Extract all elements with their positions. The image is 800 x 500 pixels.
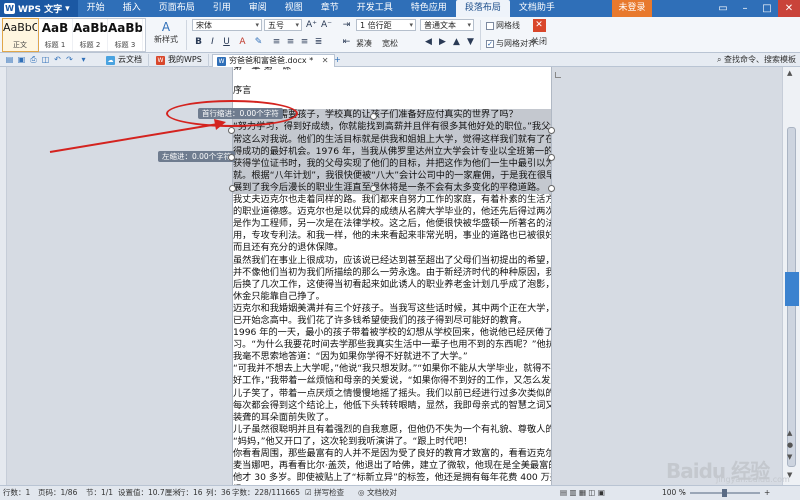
zoom-out-icon[interactable]: –	[682, 486, 686, 500]
status-bar: 行数：1 页码：1/86 节：1/1 设置值：10.7厘米 行：16 列：36 …	[0, 485, 800, 500]
resize-handle[interactable]	[548, 185, 555, 192]
resize-handle[interactable]	[370, 113, 377, 120]
resize-handle[interactable]	[370, 185, 377, 192]
zoom-in-icon[interactable]: +	[764, 486, 770, 500]
resize-handle[interactable]	[228, 154, 235, 161]
status-col: 列：36	[206, 488, 231, 497]
doc-check-label: 文档校对	[366, 488, 397, 497]
spell-check-label: 拼写检查	[314, 488, 345, 497]
status-position: 设置值：10.7厘米	[118, 488, 180, 497]
status-word-count[interactable]: 字数：228/111665	[232, 486, 300, 500]
status-page: 页码：1/86	[38, 488, 78, 497]
status-row: 行：16	[178, 488, 203, 497]
view-mode-icons[interactable]: ▤ ▥ ▦ ◫ ▣	[560, 486, 605, 500]
doc-check-toggle[interactable]: ◎ 文档校对	[358, 486, 397, 500]
status-lines: 行数：1	[3, 488, 31, 497]
resize-handle[interactable]	[548, 154, 555, 161]
zoom-slider-knob[interactable]	[722, 489, 727, 497]
resize-handle[interactable]	[229, 185, 236, 192]
resize-handle[interactable]	[548, 127, 555, 134]
wps-writer-window: W WPS 文字 ▾ 开始 插入 页面布局 引用 审阅 视图 章节 开发工具 特色应用 段落布局文…	[0, 0, 800, 500]
baidu-watermark-url: jingyan.baidu.com	[716, 475, 790, 484]
spell-check-toggle[interactable]: ☑ 拼写检查	[305, 486, 344, 500]
pointer-arrow-icon	[49, 119, 226, 153]
resize-handle[interactable]	[228, 127, 235, 134]
status-section: 节：1/1	[86, 488, 114, 497]
